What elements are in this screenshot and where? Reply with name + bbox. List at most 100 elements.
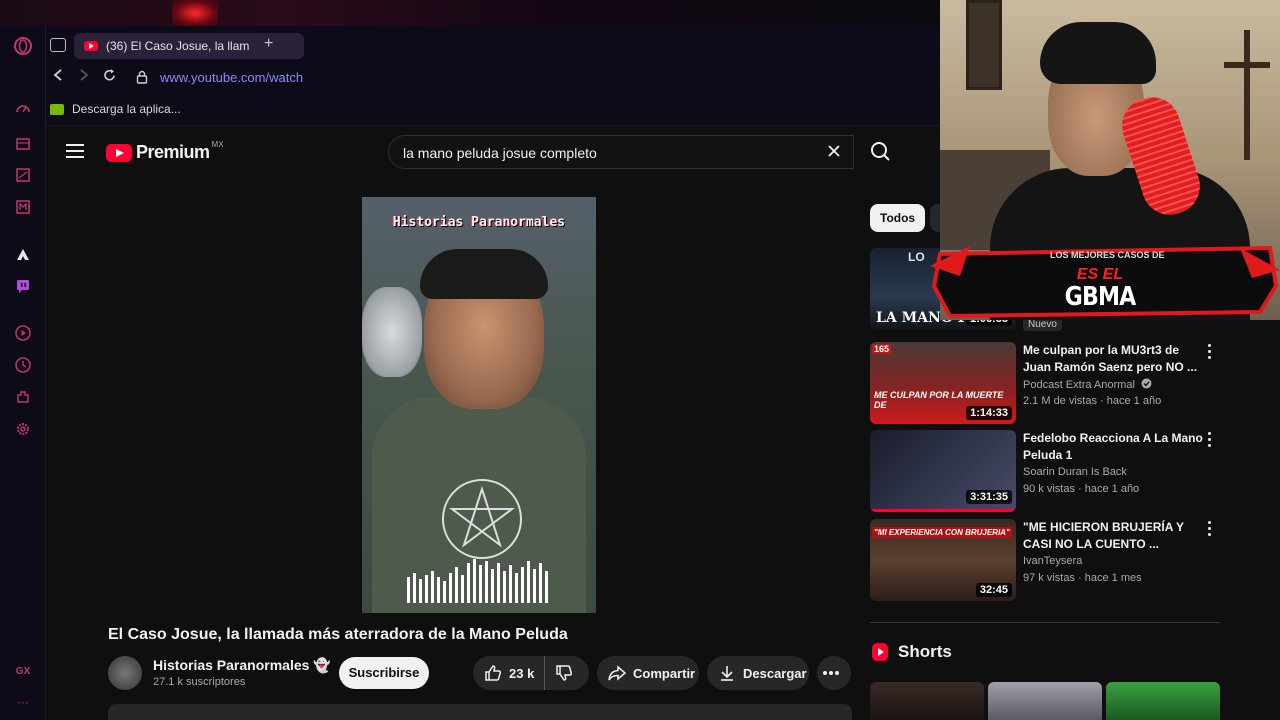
sidebar-more-icon[interactable]: ··· <box>13 692 33 712</box>
extensions-icon[interactable] <box>13 388 33 408</box>
gx-label[interactable]: GX <box>13 662 33 682</box>
mail-icon[interactable] <box>13 198 33 218</box>
audio-waveform-icon <box>407 559 548 603</box>
more-vertical-icon[interactable] <box>1208 344 1214 362</box>
recommendation-channel[interactable]: Soarin Duran Is Back <box>1023 466 1127 478</box>
description-box[interactable] <box>108 704 852 720</box>
download-label: Descargar <box>743 665 807 681</box>
thumbs-up-icon <box>485 665 502 681</box>
like-dislike-group: 23 k <box>473 656 589 690</box>
bookmark-item[interactable]: Descarga la aplica... <box>50 102 181 116</box>
share-icon <box>608 665 627 681</box>
recommendation-item[interactable]: 165 ME CULPAN POR LA MUERTE DE 1:14:33 M… <box>870 342 1220 424</box>
recommendation-channel[interactable]: Podcast Extra Anormal <box>1023 378 1152 391</box>
region-label: MX <box>211 140 224 149</box>
lock-icon[interactable] <box>136 69 148 85</box>
more-vertical-icon[interactable] <box>1208 432 1214 450</box>
short-item[interactable] <box>988 682 1102 720</box>
address-bar: www.youtube.com/watch <box>46 64 940 92</box>
youtube-favicon-icon <box>84 41 98 51</box>
opera-sidebar: GX ··· <box>0 26 46 720</box>
recommendation-item[interactable]: 3:31:35 Fedelobo Reacciona A La Mano Pel… <box>870 430 1220 512</box>
duration-badge: 32:45 <box>975 583 1012 597</box>
recommendation-meta: 90 k vistas · hace 1 año <box>1023 483 1140 495</box>
subscriber-count: 27.1 k suscriptores <box>153 676 246 688</box>
opera-logo-icon[interactable] <box>13 36 33 56</box>
dislike-button[interactable] <box>545 663 589 683</box>
brand-label: Premium <box>136 142 210 162</box>
menu-icon[interactable] <box>66 144 84 158</box>
stream-banner: LOS MEJORES CASOS DE ES EL GBMA <box>930 246 1280 318</box>
recommendation-meta: 97 k vistas · hace 1 mes <box>1023 572 1142 584</box>
banner-top-text: LOS MEJORES CASOS DE <box>1050 250 1165 260</box>
search-button[interactable] <box>860 135 902 169</box>
clear-search-icon[interactable] <box>827 142 841 163</box>
channel-avatar[interactable] <box>108 656 142 690</box>
like-count: 23 k <box>509 665 535 681</box>
channel-name[interactable]: Historias Paranormales 👻 <box>153 657 331 674</box>
search-input[interactable]: la mano peluda josue completo <box>388 135 854 169</box>
recommendation-title[interactable]: "ME HICIERON BRUJERÍA Y CASI NO LA CUENT… <box>1023 519 1203 553</box>
bookmark-label: Descarga la aplica... <box>72 102 181 116</box>
recommendation-title[interactable]: Fedelobo Reacciona A La Mano Peluda 1 <box>1023 430 1203 464</box>
recommendation-channel[interactable]: IvanTeysera <box>1023 555 1082 567</box>
thumbs-down-icon <box>556 665 573 681</box>
short-item[interactable] <box>870 682 984 720</box>
twitch-icon[interactable] <box>13 278 33 298</box>
video-overlay-title: Historias Paranormales <box>392 215 566 230</box>
section-divider <box>870 622 1220 623</box>
history-icon[interactable] <box>13 356 33 376</box>
news-icon[interactable] <box>13 166 33 186</box>
tab-bar: (36) El Caso Josue, la llam + <box>46 26 940 64</box>
channel-name-text: Historias Paranormales <box>153 657 310 673</box>
thumbnail[interactable]: 3:31:35 <box>870 430 1016 512</box>
youtube-premium-logo[interactable]: Premium MX <box>106 140 224 163</box>
more-actions-button[interactable] <box>817 656 851 690</box>
thumb-badge: 165 <box>872 344 892 354</box>
new-tab-button[interactable]: + <box>264 35 273 53</box>
forward-icon[interactable] <box>78 68 90 86</box>
ghost-figure <box>362 287 422 377</box>
url-field[interactable]: www.youtube.com/watch <box>160 70 303 85</box>
thumb-text: "MI EXPERIENCIA CON BRUJERIA" <box>872 527 1012 538</box>
tab-title: (36) El Caso Josue, la llam <box>106 39 250 53</box>
more-vertical-icon[interactable] <box>1208 521 1214 539</box>
screen: GX ··· (36) El Caso Josue, la llam + www… <box>0 0 1280 720</box>
verified-icon <box>1141 378 1152 389</box>
pentagram-icon <box>442 479 522 559</box>
streamer-hair <box>1040 22 1156 84</box>
crucifix-bar <box>1224 62 1270 68</box>
thumb-top-text: LO <box>908 250 925 264</box>
filter-chip-todos[interactable]: Todos <box>870 204 926 232</box>
reload-icon[interactable] <box>102 68 117 87</box>
shorts-heading: Shorts <box>872 642 952 662</box>
settings-gear-icon[interactable] <box>13 420 33 440</box>
share-button[interactable]: Compartir <box>597 656 699 690</box>
wall-frame <box>966 0 1002 90</box>
hair-shape <box>420 249 548 299</box>
banner-main-text: GBMA <box>1064 282 1137 312</box>
recommendation-item[interactable]: "MI EXPERIENCIA CON BRUJERIA" 32:45 "ME … <box>870 519 1220 601</box>
bookmarks-bar: Descarga la aplica... <box>46 92 940 126</box>
short-item[interactable] <box>1106 682 1220 720</box>
player-icon[interactable] <box>13 324 33 344</box>
share-label: Compartir <box>633 665 696 681</box>
cube-icon[interactable] <box>13 134 33 154</box>
video-player[interactable]: Historias Paranormales <box>362 197 596 613</box>
back-icon[interactable] <box>52 68 64 86</box>
like-button[interactable]: 23 k <box>473 656 545 690</box>
download-button[interactable]: Descargar <box>707 656 809 690</box>
thumbnail[interactable]: 165 ME CULPAN POR LA MUERTE DE 1:14:33 <box>870 342 1016 424</box>
recommendation-meta: 2.1 M de vistas · hace 1 año <box>1023 395 1162 407</box>
speed-dial-icon[interactable] <box>13 100 33 120</box>
shorts-label: Shorts <box>898 642 952 661</box>
thumbnail[interactable]: "MI EXPERIENCIA CON BRUJERIA" 32:45 <box>870 519 1016 601</box>
watch-progress-bar <box>870 509 1016 512</box>
recommendation-title[interactable]: Me culpan por la MU3rt3 de Juan Ramón Sa… <box>1023 342 1203 376</box>
duration-badge: 1:14:33 <box>966 406 1012 420</box>
subscribe-button[interactable]: Suscribirse <box>339 657 429 689</box>
aria-icon[interactable] <box>13 246 33 266</box>
top-decor-strip <box>0 0 940 26</box>
more-horizontal-icon <box>823 671 839 675</box>
workspaces-icon[interactable] <box>50 38 66 52</box>
